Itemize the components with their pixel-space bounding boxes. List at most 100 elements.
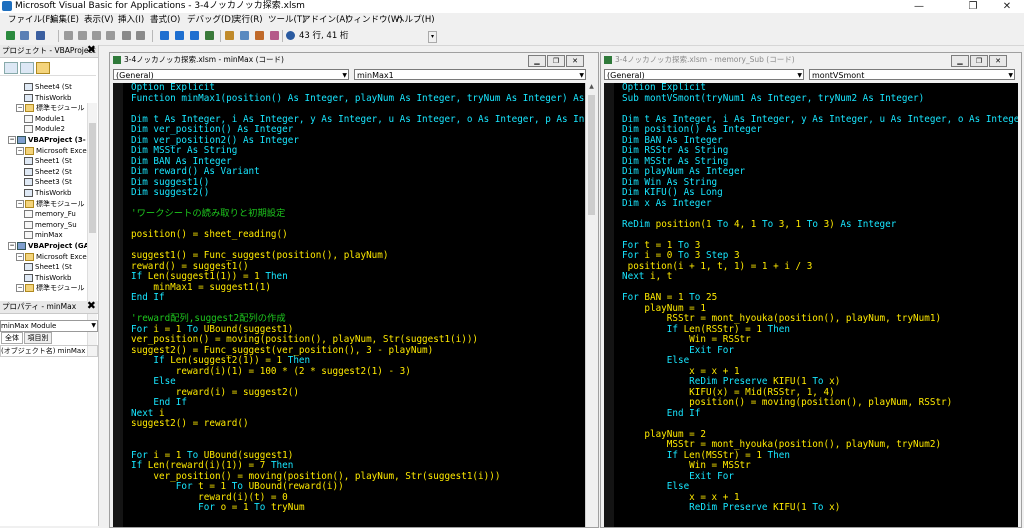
paste-icon[interactable]	[92, 31, 101, 40]
code-text[interactable]: Option Explicit Function minMax1(position…	[131, 83, 585, 514]
collapse-icon[interactable]: −	[8, 136, 16, 144]
menu-tools[interactable]: ツール(T)	[268, 13, 305, 28]
help-icon[interactable]	[286, 31, 295, 40]
menu-window[interactable]: ウィンドウ(W)	[345, 13, 403, 28]
copy-icon[interactable]	[78, 31, 87, 40]
code-line[interactable]	[131, 430, 585, 441]
tree-item[interactable]: Sheet1 (St	[0, 262, 72, 272]
menu-debug[interactable]: デバッグ(D)	[187, 13, 234, 28]
tree-item[interactable]: Module2	[0, 124, 65, 134]
procedure-select[interactable]: minMax1 ▼	[354, 69, 586, 80]
menu-run[interactable]: 実行(R)	[233, 13, 263, 28]
toolbar-options-icon[interactable]: ▾	[428, 31, 437, 43]
close-icon[interactable]: ✖	[87, 300, 96, 312]
menu-addins[interactable]: アドイン(A)	[302, 13, 348, 28]
menu-insert[interactable]: 挿入(I)	[118, 13, 144, 28]
procedure-select[interactable]: montVSmont ▼	[809, 69, 1015, 80]
code-line[interactable]: End If	[131, 397, 585, 409]
tree-item[interactable]: − 標準モジュール	[0, 283, 85, 293]
toggle-folders-icon[interactable]	[36, 62, 50, 74]
menu-format[interactable]: 書式(O)	[150, 13, 180, 28]
close-button[interactable]: ✕	[992, 0, 1022, 13]
restore-button[interactable]: ❐	[970, 55, 988, 67]
code-line[interactable]: reward(i) = suggest2()	[131, 387, 585, 399]
object-select[interactable]: (General) ▼	[604, 69, 804, 80]
tree-item[interactable]: − Microsoft Exce	[0, 252, 87, 262]
undo-icon[interactable]	[122, 31, 131, 40]
menu-file[interactable]: ファイル(F)	[8, 13, 54, 28]
menu-edit[interactable]: 編集(E)	[50, 13, 79, 28]
collapse-icon[interactable]: −	[8, 242, 16, 250]
code-vertical-scrollbar[interactable]: ▲	[585, 83, 597, 527]
object-select[interactable]: (General) ▼	[113, 69, 349, 80]
code-text[interactable]: Option Explicit Sub montVSmont(tryNum1 As…	[622, 83, 1018, 514]
code-line[interactable]: Sub montVSmont(tryNum1 As Integer, tryNu…	[622, 93, 1018, 105]
tree-item[interactable]: Sheet4 (St	[0, 82, 72, 92]
restore-button[interactable]: ❐	[547, 55, 565, 67]
minimize-button[interactable]: ▁	[951, 55, 969, 67]
code-line[interactable]: reward(i)(1) = 100 * (2 * suggest2(1) - …	[131, 366, 585, 378]
minimize-button[interactable]: ▁	[528, 55, 546, 67]
margin-indicator-bar[interactable]	[113, 83, 123, 527]
tree-item[interactable]: ThisWorkb	[0, 273, 71, 283]
restore-button[interactable]: ❐	[958, 0, 988, 13]
scroll-up-icon[interactable]: ▲	[586, 83, 597, 90]
code-editor[interactable]: Option Explicit Sub montVSmont(tryNum1 As…	[604, 83, 1018, 527]
code-line[interactable]: position(i + 1, t, 1) = 1 + i / 3	[622, 261, 1018, 273]
close-icon[interactable]: ✖	[87, 44, 96, 56]
code-editor[interactable]: Option Explicit Function minMax1(position…	[113, 83, 585, 527]
scrollbar-thumb[interactable]	[89, 123, 96, 233]
code-line[interactable]: suggest2() = reward()	[131, 418, 585, 430]
code-line[interactable]: For o = 1 To tryNum	[131, 502, 585, 514]
excel-icon[interactable]	[6, 31, 15, 40]
tree-item[interactable]: Sheet3 (St	[0, 177, 72, 187]
tab-category[interactable]: 項目別	[24, 332, 52, 344]
break-icon[interactable]	[175, 31, 184, 40]
code-line[interactable]: ReDim Preserve KIFU(1 To x)	[622, 502, 1018, 514]
tree-item[interactable]: ThisWorkb	[0, 93, 71, 103]
redo-icon[interactable]	[136, 31, 145, 40]
code-line[interactable]: End If	[131, 292, 585, 304]
project-tree-scrollbar[interactable]	[87, 103, 97, 357]
close-button[interactable]: ✕	[566, 55, 584, 67]
tree-item[interactable]: − VBAProject (GA	[0, 241, 87, 251]
reset-icon[interactable]	[190, 31, 199, 40]
code-line[interactable]: End If	[622, 408, 1018, 420]
code-line[interactable]: ReDim position(1 To 4, 1 To 3, 1 To 3) A…	[622, 219, 1018, 231]
view-object-icon[interactable]	[20, 62, 34, 74]
tree-item[interactable]: − 標準モジュール	[0, 199, 85, 209]
collapse-icon[interactable]: −	[16, 252, 24, 261]
code-line[interactable]: 'ワークシートの読み取りと初期設定	[131, 208, 585, 220]
insert-module-icon[interactable]	[20, 31, 29, 40]
cut-icon[interactable]	[64, 31, 73, 40]
tree-item[interactable]: − VBAProject (3-	[0, 135, 86, 145]
view-code-icon[interactable]	[4, 62, 18, 74]
properties-object-select[interactable]: minMax Module ▼	[0, 320, 98, 332]
property-row-name[interactable]: (オブジェクト名) minMax	[0, 345, 98, 357]
design-mode-icon[interactable]	[205, 31, 214, 40]
run-icon[interactable]	[160, 31, 169, 40]
code-line[interactable]: position() = sheet_reading()	[131, 229, 585, 241]
object-browser-icon[interactable]	[255, 31, 264, 40]
tree-item[interactable]: memory_Su	[0, 220, 77, 230]
code-line[interactable]: Function minMax1(position() As Integer, …	[131, 93, 585, 105]
tree-item[interactable]: minMax	[0, 230, 63, 240]
tree-item[interactable]: Sheet1 (St	[0, 156, 72, 166]
collapse-icon[interactable]: −	[16, 104, 24, 113]
code-line[interactable]: Dim x As Integer	[622, 198, 1018, 210]
project-explorer-icon[interactable]	[225, 31, 234, 40]
find-icon[interactable]	[106, 31, 115, 40]
tree-item[interactable]: ThisWorkb	[0, 188, 71, 198]
scrollbar-thumb[interactable]	[588, 95, 595, 215]
tree-item[interactable]: − Microsoft Exce	[0, 146, 87, 156]
code-line[interactable]: Dim suggest2()	[131, 187, 585, 199]
collapse-icon[interactable]: −	[16, 199, 24, 208]
menu-help[interactable]: ヘルプ(H)	[396, 13, 435, 28]
tree-item[interactable]: Module1	[0, 114, 65, 124]
collapse-icon[interactable]: −	[16, 146, 24, 155]
save-icon[interactable]	[36, 31, 45, 40]
tree-item[interactable]: Sheet2 (St	[0, 167, 72, 177]
minimize-button[interactable]: —	[904, 0, 934, 13]
tree-item[interactable]: − 標準モジュール	[0, 103, 85, 113]
code-line[interactable]: minMax1 = suggest1(1)	[131, 282, 585, 294]
